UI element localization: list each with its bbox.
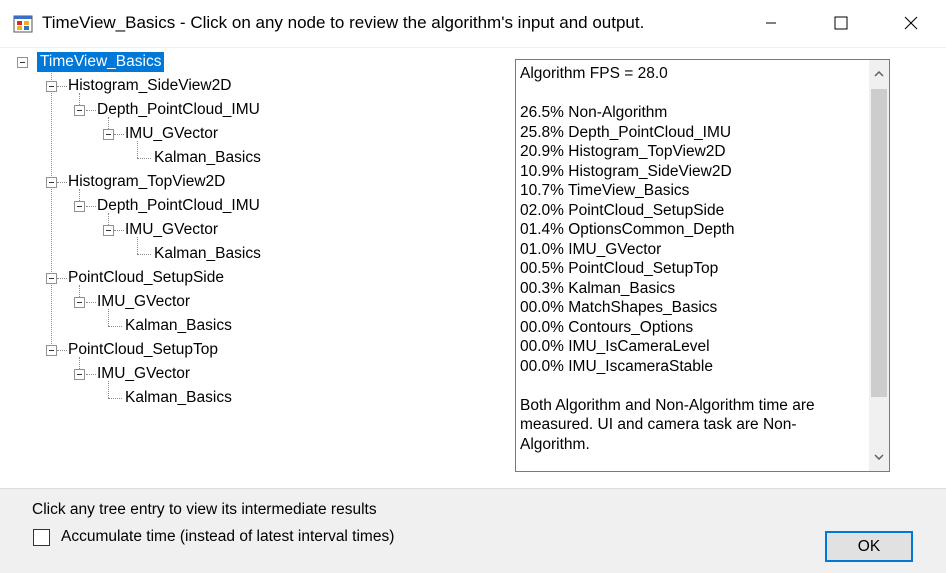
tree-node[interactable]: IMU_GVector (122, 220, 221, 240)
collapse-icon[interactable] (103, 129, 114, 140)
timing-row: 00.0% Contours_Options (520, 318, 694, 336)
collapse-icon[interactable] (17, 57, 28, 68)
timing-row: 20.9% Histogram_TopView2D (520, 143, 726, 160)
tree-node[interactable]: IMU_GVector (94, 292, 193, 312)
hint-label: Click any tree entry to view its interme… (32, 501, 377, 518)
timing-results-textbox[interactable]: Algorithm FPS = 28.0 26.5% Non-Algorithm… (515, 59, 890, 472)
collapse-icon[interactable] (103, 225, 114, 236)
accumulate-time-checkbox[interactable] (33, 529, 50, 546)
minimize-icon (766, 22, 776, 24)
close-button[interactable] (876, 0, 946, 46)
tree-node[interactable]: IMU_GVector (122, 124, 221, 144)
tree-node[interactable]: Histogram_SideView2D (65, 76, 234, 96)
note-line: Algorithm. (520, 435, 590, 453)
minimize-button[interactable] (736, 0, 806, 46)
timing-row: 25.8% Depth_PointCloud_IMU (520, 123, 732, 141)
tree-connector (137, 254, 151, 255)
timing-results-content: Algorithm FPS = 28.0 26.5% Non-Algorithm… (520, 64, 865, 454)
chevron-up-icon (874, 71, 884, 77)
timing-row: 01.0% IMU_GVector (520, 240, 662, 258)
tree-node[interactable]: Depth_PointCloud_IMU (94, 196, 263, 216)
scroll-up-button[interactable] (869, 64, 889, 84)
tree-node[interactable]: PointCloud_SetupTop (65, 340, 221, 360)
title-bar: TimeView_Basics - Click on any node to r… (0, 0, 946, 48)
tree-connector (108, 398, 122, 399)
close-icon (904, 16, 918, 30)
timing-row: 00.0% MatchShapes_Basics (520, 299, 718, 316)
footer-panel: Click any tree entry to view its interme… (0, 488, 946, 573)
accumulate-time-label[interactable]: Accumulate time (instead of latest inter… (61, 528, 394, 546)
collapse-icon[interactable] (46, 273, 57, 284)
maximize-icon (834, 16, 848, 30)
tree-node[interactable]: PointCloud_SetupSide (65, 268, 227, 288)
fps-line: Algorithm FPS = 28.0 (520, 65, 668, 82)
tree-node[interactable]: Kalman_Basics (122, 388, 235, 408)
note-line: measured. UI and camera task are Non- (520, 416, 797, 433)
ok-button[interactable]: OK (825, 531, 913, 562)
maximize-button[interactable] (806, 0, 876, 46)
timing-row: 00.0% IMU_IscameraStable (520, 357, 713, 375)
scroll-down-button[interactable] (869, 447, 889, 467)
vertical-scrollbar[interactable] (869, 60, 889, 471)
tree-connector (51, 69, 52, 350)
tree-connector (108, 326, 122, 327)
tree-node[interactable]: Histogram_TopView2D (65, 172, 228, 192)
collapse-icon[interactable] (46, 345, 57, 356)
tree-node[interactable]: IMU_GVector (94, 364, 193, 384)
tree-connector (137, 158, 151, 159)
timing-row: 00.5% PointCloud_SetupTop (520, 260, 719, 277)
collapse-icon[interactable] (74, 201, 85, 212)
tree-node-root[interactable]: TimeView_Basics (37, 52, 165, 72)
scrollbar-thumb[interactable] (871, 89, 887, 397)
collapse-icon[interactable] (46, 81, 57, 92)
tree-node[interactable]: Kalman_Basics (122, 316, 235, 336)
timing-row: 02.0% PointCloud_SetupSide (520, 201, 725, 219)
app-window-icon (13, 15, 33, 33)
timing-row: 10.7% TimeView_Basics (520, 182, 690, 199)
collapse-icon[interactable] (74, 297, 85, 308)
tree-node[interactable]: Kalman_Basics (151, 244, 264, 264)
timing-row: 26.5% Non-Algorithm (520, 104, 668, 121)
timing-row: 00.0% IMU_IsCameraLevel (520, 338, 710, 355)
tree-node[interactable]: Kalman_Basics (151, 148, 264, 168)
timing-row: 10.9% Histogram_SideView2D (520, 162, 732, 180)
tree-node[interactable]: Depth_PointCloud_IMU (94, 100, 263, 120)
window-title: TimeView_Basics - Click on any node to r… (42, 13, 645, 32)
collapse-icon[interactable] (46, 177, 57, 188)
timing-row: 00.3% Kalman_Basics (520, 279, 676, 297)
note-line: Both Algorithm and Non-Algorithm time ar… (520, 396, 815, 414)
chevron-down-icon (874, 454, 884, 460)
collapse-icon[interactable] (74, 369, 85, 380)
timing-row: 01.4% OptionsCommon_Depth (520, 221, 735, 238)
collapse-icon[interactable] (74, 105, 85, 116)
